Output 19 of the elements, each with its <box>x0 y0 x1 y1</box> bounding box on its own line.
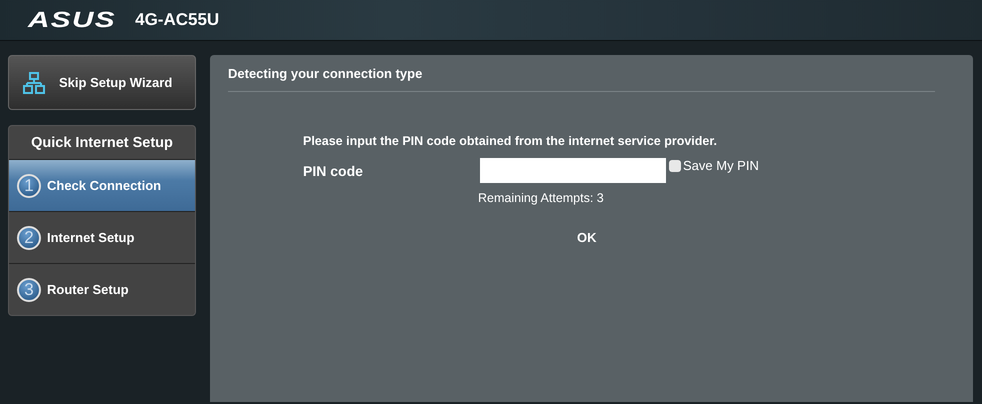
pin-code-label: PIN code <box>303 162 364 178</box>
ok-button[interactable]: OK <box>573 228 600 247</box>
panel-title: Quick Internet Setup <box>30 134 174 153</box>
step-number: 3 <box>17 278 41 302</box>
step-number: 2 <box>17 226 41 250</box>
step-item[interactable]: 3 Router Setup <box>9 263 195 315</box>
step-number: 1 <box>17 174 41 198</box>
brand-logo: ASUS <box>28 7 116 33</box>
instruction-text: Please input the PIN code obtained from the internet service provider. <box>303 134 718 148</box>
checkbox-icon[interactable] <box>669 160 681 172</box>
network-icon <box>23 72 45 94</box>
pin-input-field[interactable] <box>480 158 666 183</box>
panel-title: Detecting your connection type <box>228 66 935 92</box>
model-name: 4G-AC55U <box>135 10 220 30</box>
remaining-attempts-text: Remaining Attempts: 3 <box>478 191 605 205</box>
save-pin-checkbox[interactable]: Save My PIN <box>669 158 759 173</box>
skip-setup-wizard-button[interactable]: Skip Setup Wizard <box>8 55 196 110</box>
checkbox-label: Save My PIN <box>683 158 759 173</box>
step-item[interactable]: 1 Check Connection <box>9 159 195 211</box>
